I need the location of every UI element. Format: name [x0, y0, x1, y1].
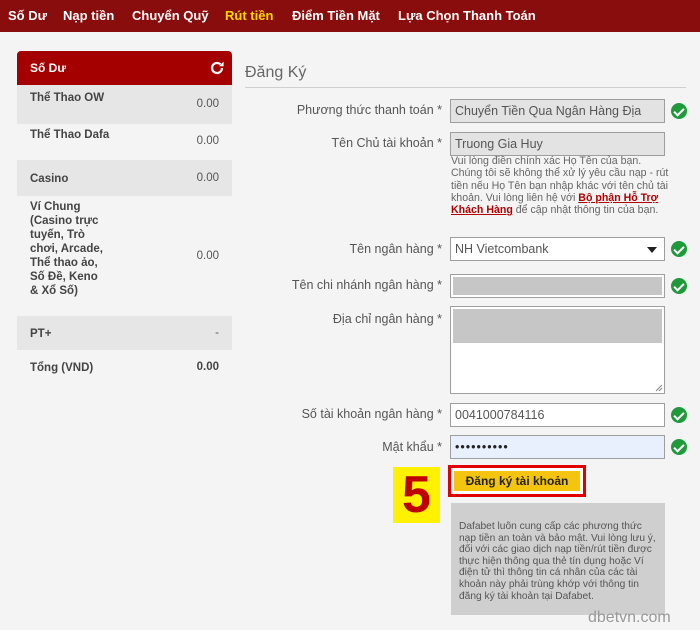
- check-icon: [671, 407, 687, 423]
- total-balance: 0.00: [196, 361, 219, 373]
- password-label: Mật khẩu *: [382, 440, 442, 454]
- branch-name-value: [453, 277, 662, 295]
- wallet-balance: 0.00: [196, 250, 219, 262]
- balance-total-row: Tổng (VND) 0.00: [17, 350, 232, 386]
- wallet-name: Thể Thao Dafa: [30, 129, 110, 141]
- nav-deposit[interactable]: Nạp tiền: [63, 0, 114, 32]
- nav-cash-points[interactable]: Điểm Tiền Mặt: [292, 0, 380, 32]
- account-holder-field: Truong Gia Huy: [450, 132, 665, 156]
- balance-row: Casino 0.00: [17, 160, 232, 196]
- wallet-balance: -: [215, 327, 219, 339]
- submit-highlight-box: Đăng ký tài khoản: [448, 465, 586, 497]
- nav-payment-options[interactable]: Lựa Chọn Thanh Toán: [398, 0, 536, 32]
- balance-row: PT+ -: [17, 316, 232, 350]
- bank-name-value: NH Vietcombank: [455, 242, 549, 256]
- balance-row: Thể Thao OW 0.00: [17, 85, 232, 124]
- help-text-end: để cập nhật thông tin của bạn.: [512, 204, 659, 217]
- wallet-name: Thể Thao OW: [30, 92, 105, 104]
- wallet-name: Ví Chung (Casino trực tuyến, Trò chơi, A…: [30, 201, 103, 297]
- register-account-button[interactable]: Đăng ký tài khoản: [454, 471, 580, 491]
- step-number-badge: 5: [393, 467, 440, 523]
- wallet-balance: 0.00: [196, 135, 219, 147]
- account-number-field[interactable]: 0041000784116: [450, 403, 665, 427]
- password-field[interactable]: ••••••••••: [450, 435, 665, 459]
- check-icon: [671, 439, 687, 455]
- payment-method-label: Phương thức thanh toán *: [296, 103, 442, 117]
- balance-row: Ví Chung (Casino trực tuyến, Trò chơi, A…: [17, 196, 232, 316]
- nav-withdraw[interactable]: Rút tiền: [225, 0, 273, 32]
- sidebar-header: Số Dư: [17, 51, 232, 85]
- account-holder-label: Tên Chủ tài khoản *: [331, 136, 443, 150]
- account-holder-help: Vui lòng điền chính xác Họ Tên của bạn. …: [451, 155, 669, 216]
- resize-handle-icon[interactable]: [654, 383, 663, 392]
- balance-row: Thể Thao Dafa 0.00: [17, 124, 232, 160]
- nav-fund-transfer[interactable]: Chuyển Quỹ: [132, 0, 209, 32]
- title-divider: [245, 87, 686, 88]
- wallet-name: Casino: [30, 173, 69, 185]
- check-icon: [671, 103, 687, 119]
- chevron-down-icon: [647, 247, 657, 253]
- bank-address-textarea[interactable]: [450, 306, 665, 394]
- payment-method-field: Chuyển Tiền Qua Ngân Hàng Địa: [450, 99, 665, 123]
- refresh-icon[interactable]: [209, 60, 225, 76]
- wallet-balance: 0.00: [196, 98, 219, 110]
- check-icon: [671, 241, 687, 257]
- sidebar-title: Số Dư: [30, 61, 67, 75]
- security-notice: Dafabet luôn cung cấp các phương thức nạ…: [451, 503, 665, 615]
- top-navigation: Số Dư Nạp tiền Chuyển Quỹ Rút tiền Điểm …: [0, 0, 700, 32]
- account-number-label: Số tài khoản ngân hàng *: [301, 407, 442, 421]
- branch-name-field[interactable]: [450, 274, 665, 298]
- bank-name-select[interactable]: NH Vietcombank: [450, 237, 665, 261]
- nav-balance[interactable]: Số Dư: [8, 0, 47, 32]
- wallet-balance: 0.00: [196, 172, 219, 184]
- total-label: Tổng (VND): [30, 362, 94, 374]
- wallet-name: PT+: [30, 328, 52, 340]
- check-icon: [671, 278, 687, 294]
- watermark-text: dbetvn.com: [588, 609, 671, 626]
- bank-address-value: [453, 309, 662, 343]
- branch-name-label: Tên chi nhánh ngân hàng *: [291, 278, 442, 292]
- page-title: Đăng Ký: [245, 64, 307, 81]
- bank-name-label: Tên ngân hàng *: [349, 242, 442, 256]
- bank-address-label: Địa chỉ ngân hàng *: [332, 312, 442, 326]
